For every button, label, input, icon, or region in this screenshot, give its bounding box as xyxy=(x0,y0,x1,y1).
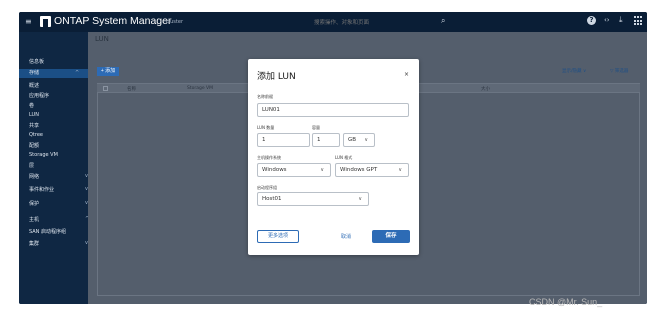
chevron-down-icon: ∨ xyxy=(364,137,368,143)
initiator-group-label: 启动程序组 xyxy=(257,185,277,190)
capacity-unit-select[interactable]: GB ∨ xyxy=(343,133,375,147)
column-header-storage-vm[interactable]: Storage VM xyxy=(187,86,213,91)
app-title: ONTAP System Manager xyxy=(54,15,172,27)
capacity-value: 1 xyxy=(317,137,321,143)
chevron-down-icon: ∨ xyxy=(398,167,402,173)
column-header-size[interactable]: 大小 xyxy=(481,86,490,92)
cancel-button[interactable]: 取消 xyxy=(341,233,351,240)
search-input[interactable] xyxy=(314,17,424,28)
cluster-name: cluster xyxy=(166,19,184,25)
lun-count-input[interactable]: 1 xyxy=(257,133,310,147)
sidebar-item-label: 应用程序 xyxy=(29,93,50,99)
lun-format-select[interactable]: Windows GPT ∨ xyxy=(335,163,409,177)
page-title: LUN xyxy=(95,35,109,43)
netapp-logo xyxy=(40,16,51,27)
chevron-up-icon: ^ xyxy=(75,70,80,76)
sidebar-item-label: 网络 xyxy=(29,174,40,180)
sidebar-item-tiers[interactable]: 层 xyxy=(29,162,34,169)
sidebar: 信息板 存储 ^ 概述 应用程序 卷 LUN 共享 Qtree 配额 Storag… xyxy=(19,32,89,304)
download-icon[interactable]: ⤓ xyxy=(619,15,623,25)
capacity-unit-value: GB xyxy=(348,137,357,143)
sidebar-item-storage-vm[interactable]: Storage VM xyxy=(29,152,58,158)
sidebar-item-label: 存储 xyxy=(29,70,40,76)
sidebar-item-hosts[interactable]: 主机^ xyxy=(29,216,89,223)
sidebar-item-lun[interactable]: LUN xyxy=(29,112,39,118)
dialog-title: 添加 LUN xyxy=(257,72,296,82)
name-prefix-label: 名称前缀 xyxy=(257,94,273,99)
host-os-label: 主机操作系统 xyxy=(257,155,281,160)
host-os-value: Windows xyxy=(262,167,287,173)
code-icon[interactable]: ‹› xyxy=(604,16,610,24)
hamburger-menu-icon[interactable]: ≡ xyxy=(25,17,34,26)
sidebar-item-label: SAN 启动程序组 xyxy=(29,229,67,235)
sidebar-item-label: 配额 xyxy=(29,143,40,149)
sidebar-item-overview[interactable]: 概述 xyxy=(29,82,39,89)
sidebar-item-label: Storage VM xyxy=(29,152,58,158)
sidebar-item-label: 卷 xyxy=(29,103,35,109)
filter-button[interactable]: ▽ 筛选器 xyxy=(610,68,628,74)
watermark: CSDN @Mr. Sun_ xyxy=(529,297,603,307)
sidebar-item-label: 概述 xyxy=(29,83,40,89)
name-prefix-input[interactable]: LUN01 xyxy=(257,103,409,117)
sidebar-item-network[interactable]: 网络 v xyxy=(29,173,88,180)
lun-count-value: 1 xyxy=(262,137,266,143)
sidebar-item-label: 主机 xyxy=(29,217,40,223)
sidebar-item-label: 层 xyxy=(29,163,35,169)
sidebar-item-cluster[interactable]: 集群 v xyxy=(29,240,88,247)
close-icon[interactable]: × xyxy=(404,71,409,78)
top-bar: ≡ ONTAP System Manager cluster ⌕ ? ‹› ⤓ xyxy=(19,12,647,32)
sidebar-item-quotas[interactable]: 配额 xyxy=(29,142,39,149)
lun-count-label: LUN 数量 xyxy=(257,125,275,130)
lun-format-value: Windows GPT xyxy=(340,167,378,173)
host-os-select[interactable]: Windows ∨ xyxy=(257,163,331,177)
help-icon[interactable]: ? xyxy=(587,16,596,25)
sidebar-item-volumes[interactable]: 卷 xyxy=(29,102,34,109)
chevron-down-icon: ∨ xyxy=(320,167,324,173)
capacity-label: 容量 xyxy=(312,125,320,130)
sidebar-item-events-jobs[interactable]: 事件和作业 v xyxy=(29,186,88,193)
sidebar-item-label: LUN xyxy=(29,112,39,118)
initiator-group-value: Host01 xyxy=(262,196,282,202)
sidebar-item-dashboard[interactable]: 信息板 xyxy=(29,58,44,65)
sidebar-item-label: Qtree xyxy=(29,132,43,138)
sidebar-item-protection[interactable]: 保护 v xyxy=(29,200,88,207)
add-lun-dialog: 添加 LUN × 名称前缀 LUN01 LUN 数量 1 容量 1 GB ∨ 主机… xyxy=(248,59,419,255)
more-options-button[interactable]: 更多选项 xyxy=(257,230,299,243)
capacity-input[interactable]: 1 xyxy=(312,133,340,147)
sidebar-item-label: 共享 xyxy=(29,123,40,129)
show-hide-columns-button[interactable]: 显示/隐藏 ∨ xyxy=(562,68,586,74)
sidebar-item-san-initiator-groups[interactable]: SAN 启动程序组 xyxy=(29,228,66,235)
sidebar-item-label: 信息板 xyxy=(29,59,45,65)
name-prefix-value: LUN01 xyxy=(262,107,280,113)
sidebar-item-label: 保护 xyxy=(29,201,40,207)
sidebar-item-label: 事件和作业 xyxy=(29,187,55,193)
sidebar-item-storage[interactable]: 存储 ^ xyxy=(19,69,88,78)
select-all-checkbox[interactable] xyxy=(103,86,108,91)
column-header-name[interactable]: 名称 xyxy=(127,86,136,92)
add-lun-button[interactable]: + 添加 xyxy=(97,67,119,76)
search-icon[interactable]: ⌕ xyxy=(441,16,445,26)
sidebar-item-label: 集群 xyxy=(29,241,40,247)
screenshot: { "topbar": { "app_title": "ONTAP System… xyxy=(0,0,662,317)
chevron-down-icon: ∨ xyxy=(358,196,362,202)
sidebar-item-shares[interactable]: 共享 xyxy=(29,122,39,129)
save-button[interactable]: 保存 xyxy=(372,230,410,243)
initiator-group-select[interactable]: Host01 ∨ xyxy=(257,192,369,206)
sidebar-item-applications[interactable]: 应用程序 xyxy=(29,92,49,99)
apps-grid-icon[interactable] xyxy=(634,16,644,26)
sidebar-item-qtree[interactable]: Qtree xyxy=(29,132,43,138)
lun-format-label: LUN 格式 xyxy=(335,155,353,160)
